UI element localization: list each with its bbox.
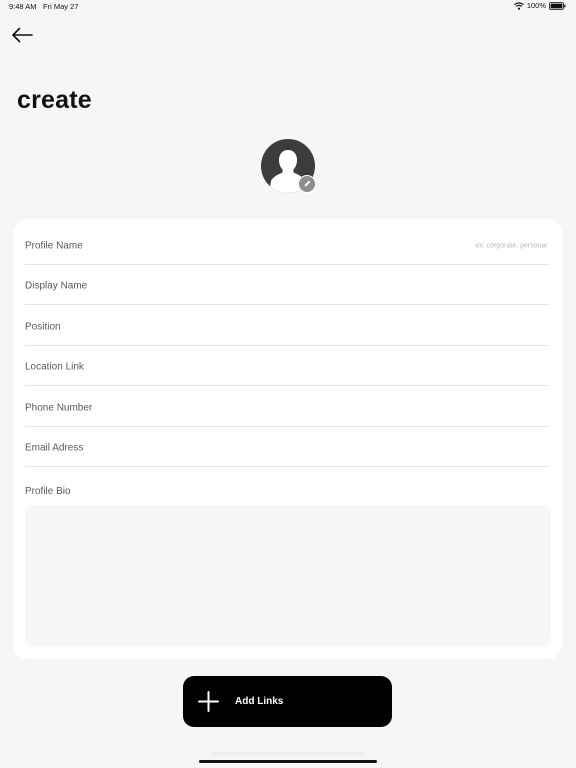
profile-form-card: Profile Name ex: corporate, personal Dis… <box>13 219 562 659</box>
battery-icon <box>549 1 566 10</box>
location-link-input[interactable] <box>25 346 550 385</box>
location-link-field: Location Link <box>25 346 550 386</box>
phone-number-input[interactable] <box>25 387 550 426</box>
profile-name-input[interactable] <box>25 225 550 264</box>
plus-icon <box>198 691 219 712</box>
arrow-left-icon <box>11 27 33 48</box>
status-bar: 9:48 AM Fri May 27 100% <box>0 0 576 14</box>
status-time: 9:48 AM <box>9 2 37 11</box>
status-date: Fri May 27 <box>43 2 79 11</box>
profile-bio-textarea[interactable] <box>25 505 551 646</box>
email-address-input[interactable] <box>25 427 550 466</box>
bottom-sheet-edge <box>210 752 366 758</box>
home-indicator[interactable] <box>199 760 377 763</box>
back-button[interactable] <box>9 25 35 49</box>
status-indicators: 100% <box>513 1 566 10</box>
edit-avatar-button[interactable] <box>298 175 316 193</box>
page-title: create <box>17 86 92 114</box>
display-name-input[interactable] <box>25 265 550 304</box>
position-field: Position <box>25 306 550 346</box>
add-links-button[interactable]: Add Links <box>183 676 392 727</box>
position-input[interactable] <box>25 306 550 345</box>
battery-percent: 100% <box>526 1 546 10</box>
profile-name-field: Profile Name ex: corporate, personal <box>25 225 550 265</box>
pencil-icon <box>303 175 312 193</box>
email-address-field: Email Adress <box>25 427 550 467</box>
add-links-label: Add Links <box>235 696 284 707</box>
profile-bio-label: Profile Bio <box>25 486 71 497</box>
phone-number-field: Phone Number <box>25 387 550 427</box>
display-name-field: Display Name <box>25 265 550 305</box>
wifi-icon <box>513 1 524 10</box>
